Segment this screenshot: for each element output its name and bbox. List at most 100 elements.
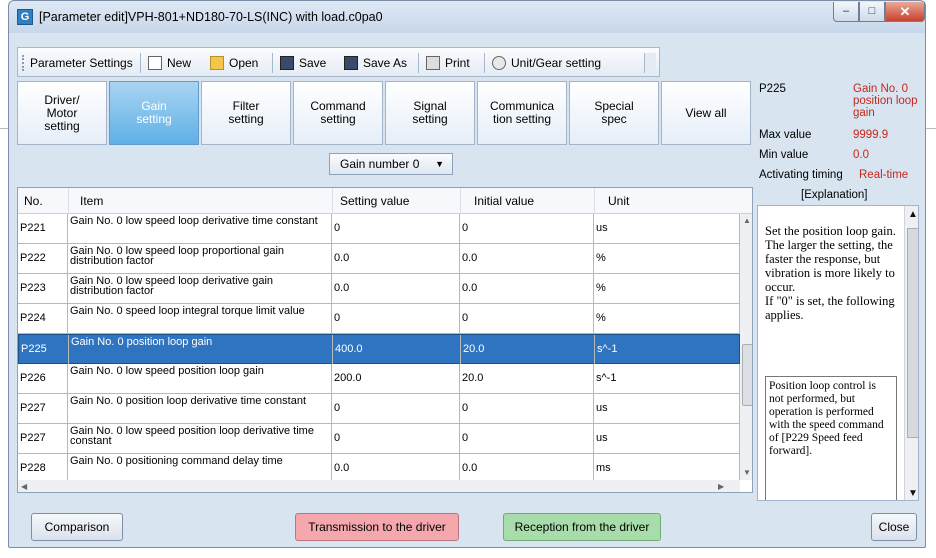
cell-unit: us: [594, 424, 740, 453]
column-header-no[interactable]: No.: [24, 194, 43, 208]
cell-no: P222: [18, 244, 68, 273]
table-row[interactable]: P227 Gain No. 0 low speed position loop d…: [18, 424, 740, 454]
scroll-right-icon[interactable]: ▶: [718, 482, 724, 491]
cell-setting-value-text: 400.0: [335, 343, 363, 355]
unit-gear-setting-button[interactable]: Unit/Gear setting: [492, 54, 601, 72]
cell-item: Gain No. 0 low speed loop derivative gai…: [68, 274, 332, 303]
comparison-button[interactable]: Comparison: [31, 513, 123, 541]
tab-filter-setting[interactable]: Filter setting: [201, 81, 291, 145]
cell-initial-value: 0: [460, 214, 594, 243]
cell-setting-value[interactable]: 0.0: [332, 454, 460, 483]
table-row[interactable]: P222 Gain No. 0 low speed loop proportion…: [18, 244, 740, 274]
table-row[interactable]: P223 Gain No. 0 low speed loop derivative…: [18, 274, 740, 304]
cell-setting-value[interactable]: 0: [332, 304, 460, 333]
cell-setting-value-text: 0.0: [334, 282, 350, 294]
cell-item-text: Gain No. 0 low speed position loop deriv…: [70, 425, 314, 447]
tab-driver-motor-setting[interactable]: Driver/ Motor setting: [17, 81, 107, 145]
max-value-label: Max value: [759, 129, 812, 141]
print-label: Print: [445, 56, 470, 70]
table-vertical-scrollbar[interactable]: ▲ ▼: [740, 214, 752, 480]
tab-special-spec[interactable]: Special spec: [569, 81, 659, 145]
cell-no-text: P227: [20, 402, 46, 414]
table-row[interactable]: P225 Gain No. 0 position loop gain 400.0 20…: [18, 334, 741, 364]
print-button[interactable]: Print: [426, 54, 470, 72]
cell-initial-value: 0: [460, 394, 594, 423]
cell-item-text: Gain No. 0 positioning command delay tim…: [70, 455, 283, 467]
column-divider[interactable]: [460, 188, 461, 214]
toolbar-grip[interactable]: [22, 55, 24, 71]
cell-setting-value-text: 0: [334, 432, 341, 444]
toolbar-overflow-button[interactable]: [644, 53, 656, 73]
explanation-panel[interactable]: Set the position loop gain. The larger t…: [757, 205, 919, 501]
cell-initial-value: 0.0: [460, 454, 594, 483]
tab-communication-setting[interactable]: Communica tion setting: [477, 81, 567, 145]
column-header-unit[interactable]: Unit: [608, 194, 629, 208]
chevron-down-icon: ▼: [435, 159, 444, 169]
gain-number-select[interactable]: Gain number 0 ▼: [329, 153, 453, 175]
save-button[interactable]: Save: [280, 54, 326, 72]
cell-unit: %: [594, 244, 740, 273]
explanation-header: [Explanation]: [801, 189, 868, 201]
transmission-to-driver-button[interactable]: Transmission to the driver: [295, 513, 459, 541]
background-line-right: [926, 128, 936, 129]
cell-setting-value[interactable]: 0: [332, 424, 460, 453]
open-button[interactable]: Open: [210, 54, 258, 72]
column-divider[interactable]: [594, 188, 595, 214]
cell-setting-value[interactable]: 0.0: [332, 244, 460, 273]
scroll-up-icon[interactable]: ▲: [908, 209, 918, 220]
table-row[interactable]: P224 Gain No. 0 speed loop integral torqu…: [18, 304, 740, 334]
cell-no: P226: [18, 364, 68, 393]
scroll-down-icon[interactable]: ▼: [908, 488, 918, 499]
new-button[interactable]: New: [148, 54, 191, 72]
table-horizontal-scrollbar[interactable]: ◀ ▶: [18, 480, 740, 492]
toolbar-separator: [272, 53, 273, 73]
explanation-scrollbar[interactable]: ▲ ▼: [904, 206, 918, 500]
cell-setting-value[interactable]: 0: [332, 394, 460, 423]
scroll-thumb[interactable]: [907, 228, 918, 438]
parameter-table: No. Item Setting value Initial value Uni…: [17, 187, 753, 493]
maximize-button[interactable]: □: [859, 2, 885, 22]
cell-no: P223: [18, 274, 68, 303]
column-divider[interactable]: [332, 188, 333, 214]
cell-setting-value[interactable]: 200.0: [332, 364, 460, 393]
table-row[interactable]: P226 Gain No. 0 low speed position loop g…: [18, 364, 740, 394]
cell-no-text: P224: [20, 312, 46, 324]
cell-setting-value[interactable]: 400.0: [333, 335, 461, 364]
table-row[interactable]: P221 Gain No. 0 low speed loop derivative…: [18, 214, 740, 244]
cell-initial-value: 0.0: [460, 274, 594, 303]
column-header-setting-value[interactable]: Setting value: [340, 194, 409, 208]
cell-initial-value-text: 20.0: [462, 372, 484, 384]
cell-initial-value-text: 0.0: [462, 252, 478, 264]
table-row[interactable]: P227 Gain No. 0 position loop derivative …: [18, 394, 740, 424]
cell-initial-value: 0: [460, 424, 594, 453]
scroll-thumb[interactable]: [742, 344, 752, 406]
max-value: 9999.9: [853, 129, 889, 141]
window-title: [Parameter edit]VPH-801+ND180-70-LS(INC)…: [39, 10, 383, 24]
open-folder-icon: [210, 56, 224, 70]
cell-setting-value[interactable]: 0.0: [332, 274, 460, 303]
column-header-initial-value[interactable]: Initial value: [474, 194, 534, 208]
cell-initial-value: 0.0: [460, 244, 594, 273]
column-header-item[interactable]: Item: [80, 194, 103, 208]
cell-initial-value-text: 0.0: [462, 282, 478, 294]
cell-no-text: P226: [20, 372, 46, 384]
minimize-button[interactable]: –: [833, 2, 859, 22]
cell-setting-value[interactable]: 0: [332, 214, 460, 243]
close-window-button[interactable]: ✕: [885, 2, 925, 22]
cell-item-text: Gain No. 0 speed loop integral torque li…: [70, 305, 305, 317]
save-as-button[interactable]: Save As: [344, 54, 407, 72]
close-button[interactable]: Close: [871, 513, 917, 541]
scroll-left-icon[interactable]: ◀: [21, 482, 27, 491]
scroll-down-icon[interactable]: ▼: [743, 468, 751, 477]
tab-view-all[interactable]: View all: [661, 81, 751, 145]
cell-setting-value-text: 0.0: [334, 252, 350, 264]
column-divider[interactable]: [68, 188, 69, 214]
cell-no-text: P223: [20, 282, 46, 294]
scroll-up-icon[interactable]: ▲: [743, 216, 751, 225]
cell-initial-value-text: 0: [462, 402, 469, 414]
title-bar[interactable]: G [Parameter edit]VPH-801+ND180-70-LS(IN…: [9, 1, 925, 33]
tab-command-setting[interactable]: Command setting: [293, 81, 383, 145]
reception-from-driver-button[interactable]: Reception from the driver: [503, 513, 661, 541]
tab-gain-setting[interactable]: Gain setting: [109, 81, 199, 145]
tab-signal-setting[interactable]: Signal setting: [385, 81, 475, 145]
